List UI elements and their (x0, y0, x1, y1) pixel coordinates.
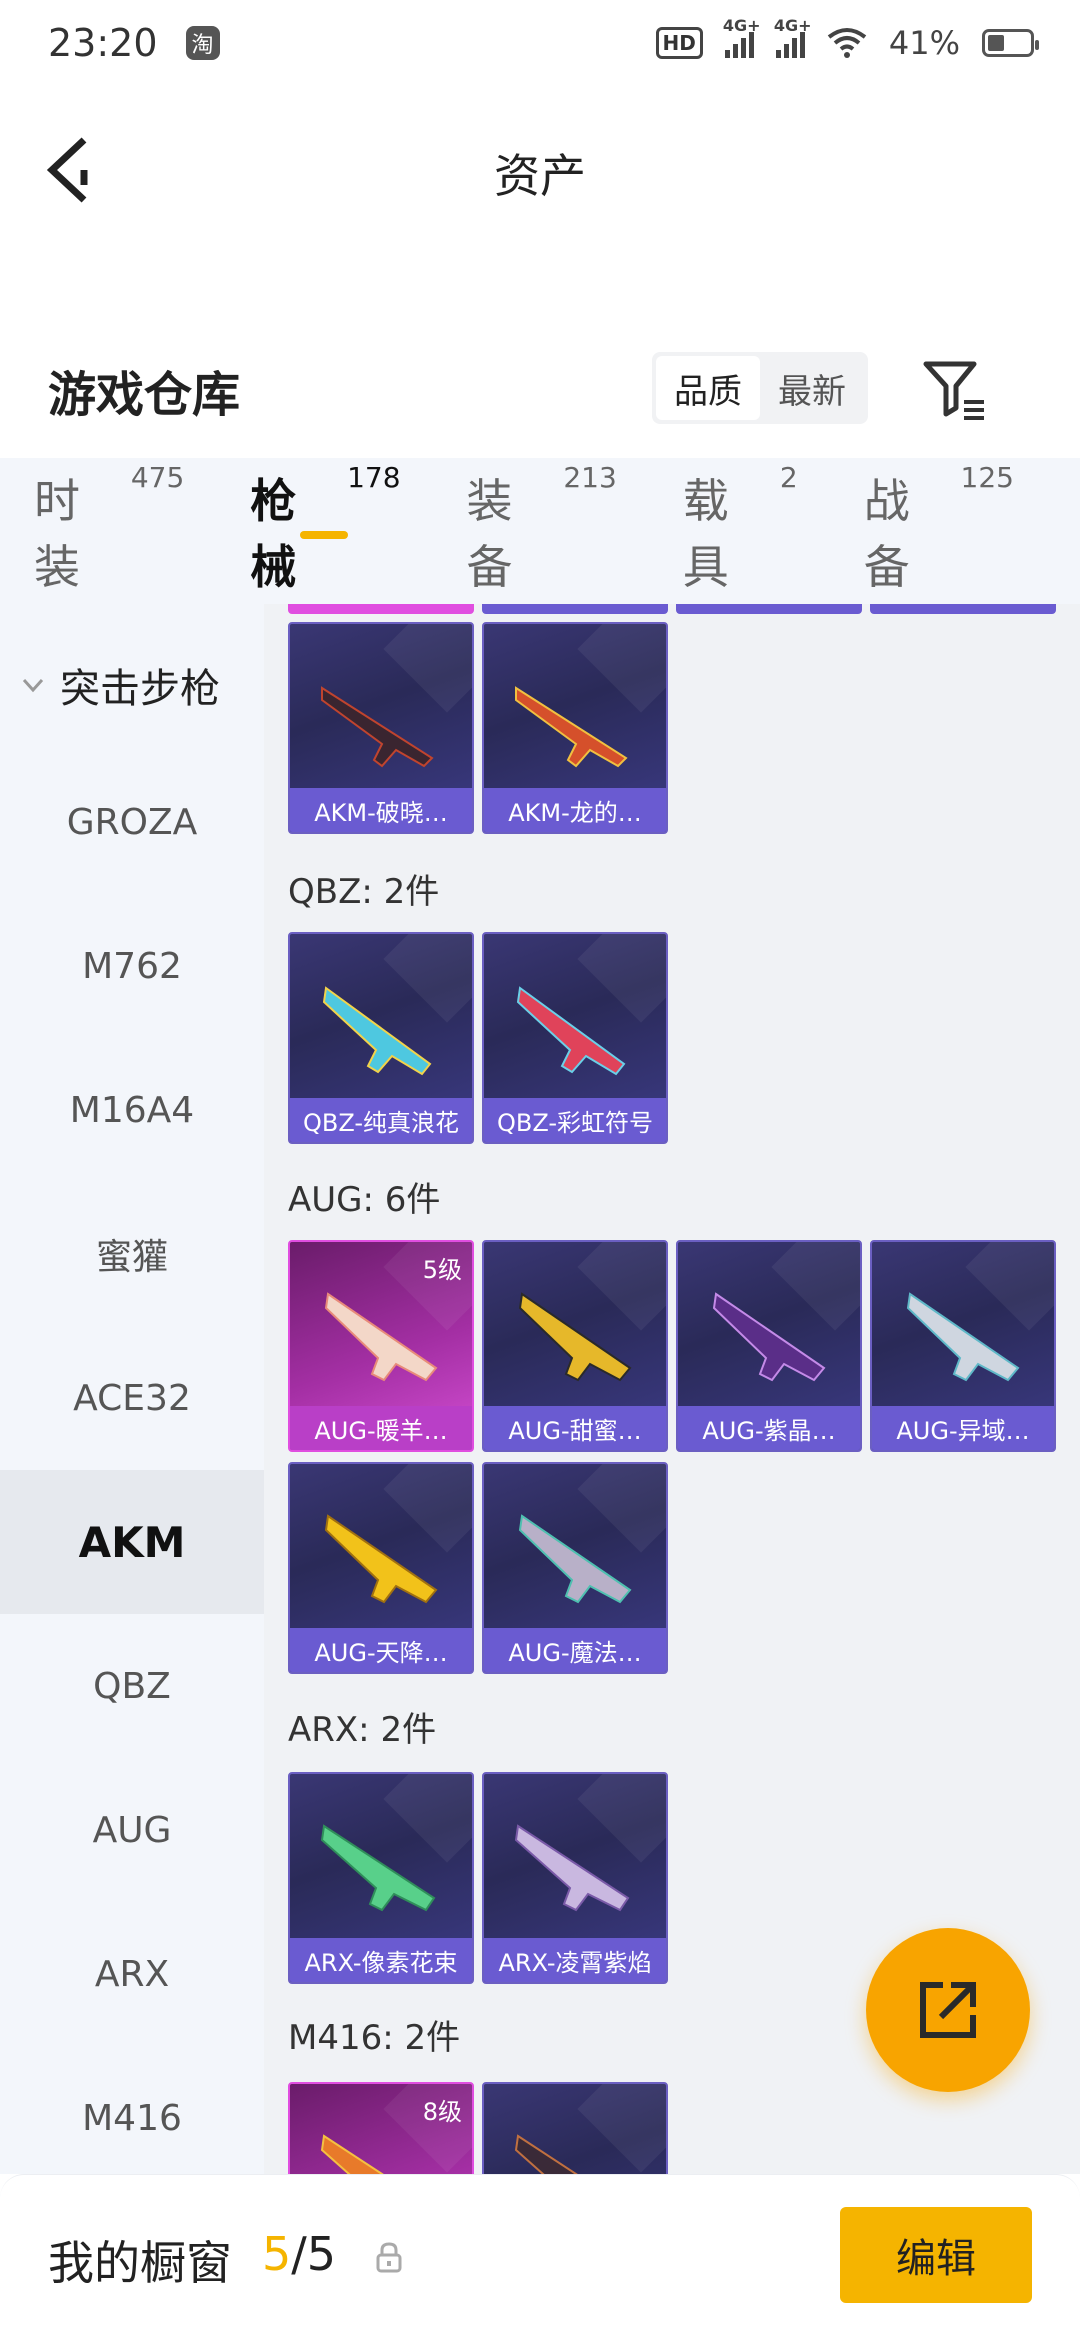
skin-card[interactable]: ARX-凌霄紫焰 (482, 1772, 668, 1984)
skin-card[interactable]: AUG-甜蜜… (482, 1240, 668, 1452)
section-title-aug: AUG: 6件 (288, 1180, 441, 1220)
rifle-icon (518, 1292, 632, 1382)
skin-card[interactable]: QBZ-纯真浪花 (288, 932, 474, 1144)
category-item-aug[interactable]: AUG (0, 1758, 264, 1902)
tab-vehicles[interactable]: 载具 2 (683, 461, 798, 597)
status-bar: 23:20 淘 HD 4G+ 4G+ 41% (0, 0, 1080, 86)
category-group-label: 突击步枪 (60, 666, 220, 712)
skin-name: AUG-异域… (872, 1406, 1054, 1450)
rifle-icon (906, 1292, 1020, 1382)
skin-card[interactable]: AUG-异域… (870, 1240, 1056, 1452)
skin-card[interactable]: 5级 AUG-暖羊… (288, 1240, 474, 1452)
header: 资产 (0, 90, 1080, 250)
rifle-icon (320, 1824, 436, 1912)
tab-firearms[interactable]: 枪械 178 (250, 461, 400, 597)
partial-card (870, 604, 1056, 614)
partial-card (482, 604, 668, 614)
skin-card[interactable]: AUG-魔法… (482, 1462, 668, 1674)
signal-icon-2: 4G+ (774, 16, 812, 58)
share-export-icon (920, 1982, 976, 2038)
skin-name: ARX-像素花束 (290, 1938, 472, 1982)
tab-fashion[interactable]: 时装 475 (34, 461, 184, 597)
showcase-count: 5/5 (262, 2227, 337, 2281)
share-button[interactable] (866, 1928, 1030, 2092)
battery-icon (982, 29, 1039, 57)
status-indicators: HD 4G+ 4G+ 41% (655, 16, 1039, 62)
page-title: 资产 (494, 149, 586, 203)
rifle-icon (515, 686, 628, 768)
lock-icon (376, 2242, 402, 2273)
skin-card[interactable] (482, 2082, 668, 2174)
chevron-down-icon (22, 678, 44, 693)
rifle-icon (514, 2134, 578, 2174)
category-item-m16a4[interactable]: M16A4 (0, 1038, 264, 1182)
wifi-icon (827, 28, 867, 58)
skin-name: QBZ-纯真浪花 (290, 1098, 472, 1142)
battery-percent: 41% (888, 24, 960, 62)
skin-name: AUG-紫晶… (678, 1406, 860, 1450)
tab-combat-gear[interactable]: 战备 125 (864, 461, 1014, 597)
warehouse-title: 游戏仓库 (48, 367, 241, 423)
skin-name: AKM-龙的… (484, 788, 666, 832)
rifle-icon (712, 1292, 826, 1382)
partial-card (288, 604, 474, 614)
category-group-assault-rifle[interactable]: 突击步枪 (20, 656, 220, 714)
edit-button[interactable]: 编辑 (840, 2207, 1032, 2303)
rifle-icon (324, 1292, 438, 1382)
category-item-m416[interactable]: M416 (0, 2046, 264, 2190)
rifle-icon (320, 2134, 384, 2174)
rifle-icon (324, 1514, 438, 1604)
skin-card[interactable]: AUG-天降… (288, 1462, 474, 1674)
skin-name: AUG-天降… (290, 1628, 472, 1672)
rifle-icon (518, 1514, 632, 1604)
signal-icon: 4G+ (723, 16, 761, 58)
category-item-honey-badger[interactable]: 蜜獾 (0, 1182, 264, 1326)
category-item-qbz[interactable]: QBZ (0, 1614, 264, 1758)
hd-voice-icon: HD (655, 27, 703, 59)
skin-card[interactable]: AKM-龙的… (482, 622, 668, 834)
category-tabs: 时装 475 枪械 178 装备 213 载具 2 战备 125 (0, 458, 1080, 604)
skin-name: AUG-魔法… (484, 1628, 666, 1672)
skin-card[interactable]: AKM-破晓… (288, 622, 474, 834)
weapon-category-list: 突击步枪 GROZA M762 M16A4 蜜獾 ACE32 AKM QBZ A… (0, 604, 264, 2174)
skin-name: AKM-破晓… (290, 788, 472, 832)
rifle-icon (321, 686, 434, 768)
skin-name: AUG-甜蜜… (484, 1406, 666, 1450)
showcase-bar: 我的橱窗 5/5 编辑 (0, 2174, 1080, 2340)
category-item-arx[interactable]: ARX (0, 1902, 264, 2046)
skin-card[interactable]: ARX-像素花束 (288, 1772, 474, 1984)
skin-name: QBZ-彩虹符号 (484, 1098, 666, 1142)
sort-newest-button[interactable]: 最新 (760, 356, 864, 420)
skin-card[interactable]: 8级 (288, 2082, 474, 2174)
showcase-label: 我的橱窗 (48, 2236, 232, 2290)
status-time: 23:20 (48, 21, 158, 65)
sort-quality-button[interactable]: 品质 (656, 356, 760, 420)
taobao-notification-icon: 淘 (185, 26, 220, 60)
skin-name: AUG-暖羊… (290, 1406, 472, 1450)
category-item-m762[interactable]: M762 (0, 894, 264, 1038)
rifle-icon (516, 986, 626, 1076)
tab-equipment[interactable]: 装备 213 (467, 461, 617, 597)
section-title-arx: ARX: 2件 (288, 1710, 437, 1750)
filter-icon[interactable] (920, 354, 990, 424)
partial-card (676, 604, 862, 614)
skin-card[interactable]: QBZ-彩虹符号 (482, 932, 668, 1144)
category-item-groza[interactable]: GROZA (0, 750, 264, 894)
assets-page: 23:20 淘 HD 4G+ 4G+ 41% 资产 游戏仓库 品质 最新 时装 4… (0, 0, 1080, 2340)
sort-segmented-control: 品质 最新 (652, 352, 868, 424)
section-title-m416: M416: 2件 (288, 2018, 461, 2058)
category-item-akm[interactable]: AKM (0, 1470, 264, 1614)
skin-name: ARX-凌霄紫焰 (484, 1938, 666, 1982)
rifle-icon (514, 1824, 630, 1912)
skin-card[interactable]: AUG-紫晶… (676, 1240, 862, 1452)
category-item-ace32[interactable]: ACE32 (0, 1326, 264, 1470)
rifle-icon (322, 986, 432, 1076)
section-title-qbz: QBZ: 2件 (288, 872, 440, 912)
